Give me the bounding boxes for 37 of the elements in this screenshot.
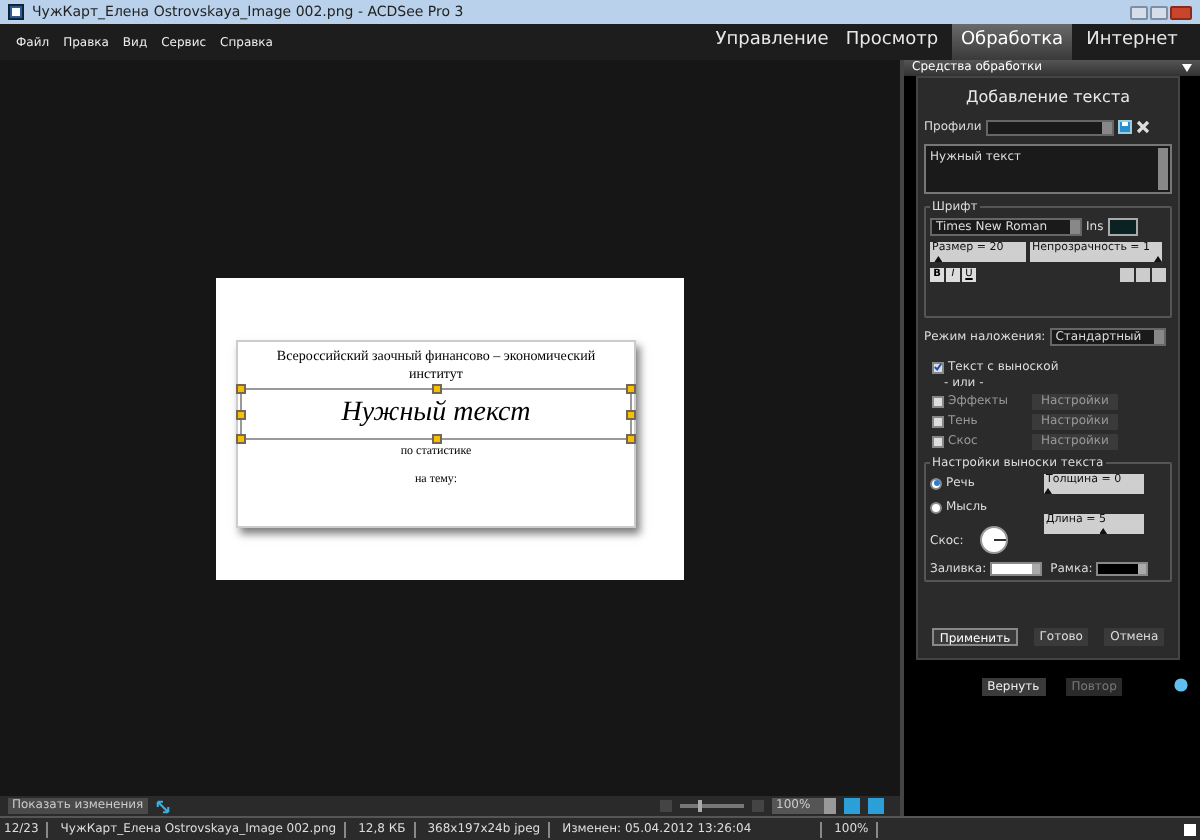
radio-button[interactable] [930,501,942,513]
text-box-content: Нужный текст [341,399,531,427]
text-box[interactable]: Нужный текст [240,387,632,439]
slider-thumb[interactable] [1044,488,1052,494]
dropdown-arrow-icon [1182,64,1192,72]
slider-thumb[interactable] [1154,256,1162,262]
mode-tab[interactable]: Обработка [952,24,1072,60]
fill-color-picker[interactable] [990,562,1043,576]
resize-handle[interactable] [236,383,246,393]
close-button[interactable] [1170,5,1192,19]
slider-thumb[interactable] [934,256,943,262]
resize-handle[interactable] [626,433,636,443]
checkbox[interactable] [932,415,944,427]
color-picker[interactable] [1107,218,1138,236]
checkbox[interactable] [932,395,944,407]
resize-handle[interactable] [236,409,246,419]
angle-dial-icon [979,526,1008,554]
resize-handle[interactable] [236,433,246,443]
checkbox[interactable] [932,435,944,447]
app-icon [8,4,24,20]
radio-button[interactable] [930,477,942,489]
delete-icon [1135,120,1150,134]
resize-handle[interactable] [626,409,636,419]
status-indicator [1184,823,1196,835]
scrollbar-track [1158,148,1168,190]
checkbox[interactable] [932,361,944,373]
help-icon [1174,678,1188,692]
save-icon [1117,120,1132,134]
panel-title: Добавление текста [964,86,1132,110]
resize-handle[interactable] [626,383,636,393]
compare-arrow-icon [155,799,170,813]
profiles-dropdown[interactable] [985,119,1114,135]
slider-thumb[interactable] [1099,528,1108,534]
check-icon [934,362,942,372]
resize-handle[interactable] [432,383,442,393]
resize-handle[interactable] [432,433,442,443]
frame-color-picker[interactable] [1096,562,1149,576]
